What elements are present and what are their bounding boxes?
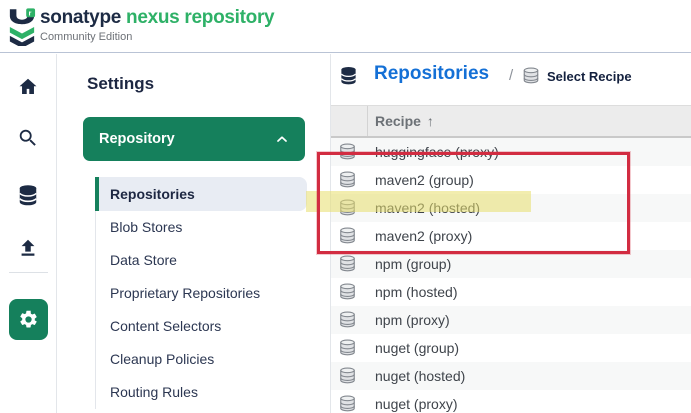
recipe-label: nuget (proxy) [375,396,457,412]
nav-item-label: Data Store [110,252,177,268]
recipe-label: npm (group) [375,256,451,272]
brand-wordmark: sonatypenexus repository Community Editi… [40,8,274,43]
sonatype-logo-icon: r [8,8,36,46]
recipe-label: npm (proxy) [375,312,450,328]
recipe-table: huggingface (proxy) maven2 (group) maven… [331,138,691,413]
breadcrumb-separator: / [509,67,513,84]
recipe-database-icon [338,395,357,413]
repository-accordion-button[interactable]: Repository [83,117,305,161]
sort-ascending-icon: ↑ [427,113,434,129]
column-divider [367,106,368,136]
home-icon[interactable] [17,76,39,98]
svg-text:r: r [29,8,32,17]
table-row-nuget-group[interactable]: nuget (group) [331,334,691,362]
nav-item-label: Repositories [110,186,195,202]
recipe-label: maven2 (proxy) [375,228,472,244]
recipe-database-icon [338,171,357,189]
table-row-npm-group[interactable]: npm (group) [331,250,691,278]
settings-nav-proprietary-repositories[interactable]: Proprietary Repositories [95,277,307,310]
recipe-database-icon [338,227,357,245]
recipe-label: maven2 (group) [375,172,474,188]
recipe-column-header[interactable]: Recipe ↑ [331,105,691,138]
brand-name: sonatype [40,7,121,28]
recipe-database-icon [338,143,357,161]
repositories-database-icon [339,65,358,86]
settings-nav-list: Repositories Blob Stores Data Store Prop… [95,177,307,409]
settings-nav-blob-stores[interactable]: Blob Stores [95,211,307,244]
nexus-repository-app: r sonatypenexus repository Community Edi… [0,0,691,413]
table-row-nuget-hosted[interactable]: nuget (hosted) [331,362,691,390]
settings-nav-routing-rules[interactable]: Routing Rules [95,376,307,409]
table-row-huggingface-proxy[interactable]: huggingface (proxy) [331,138,691,166]
recipe-database-icon [338,311,357,329]
rail-divider [9,272,48,273]
recipe-database-icon [338,199,357,217]
settings-panel-title: Settings [87,74,154,94]
recipe-label: npm (hosted) [375,284,457,300]
table-row-maven2-proxy[interactable]: maven2 (proxy) [331,222,691,250]
table-row-npm-proxy[interactable]: npm (proxy) [331,306,691,334]
select-recipe-database-icon [522,67,540,85]
settings-nav-data-store[interactable]: Data Store [95,244,307,277]
recipe-label: nuget (group) [375,340,459,356]
recipe-database-icon [338,339,357,357]
search-icon[interactable] [17,127,39,149]
recipe-database-icon [338,367,357,385]
top-header-bar: r sonatypenexus repository Community Edi… [0,0,691,53]
icon-rail [0,54,57,413]
brand-product: nexus repository [126,7,274,28]
repository-accordion-label: Repository [99,131,175,147]
browse-database-icon[interactable] [17,184,39,206]
settings-nav-repositories[interactable]: Repositories [95,177,307,211]
breadcrumb-current-page: Select Recipe [547,69,632,84]
settings-panel: Settings Repository Repositories Blob St… [57,54,330,413]
recipe-label: nuget (hosted) [375,368,465,384]
nav-item-label: Content Selectors [110,318,221,334]
settings-nav-content-selectors[interactable]: Content Selectors [95,310,307,343]
brand-edition: Community Edition [40,31,274,43]
settings-nav-cleanup-policies[interactable]: Cleanup Policies [95,343,307,376]
recipe-label: maven2 (hosted) [375,200,480,216]
table-row-npm-hosted[interactable]: npm (hosted) [331,278,691,306]
upload-icon[interactable] [17,237,39,259]
nav-item-label: Cleanup Policies [110,351,214,367]
main-content: Repositories / Select Recipe Recipe ↑ hug… [330,54,691,413]
nav-item-label: Proprietary Repositories [110,285,260,301]
nav-item-label: Routing Rules [110,384,198,400]
recipe-header-label: Recipe [375,113,421,129]
table-row-maven2-group[interactable]: maven2 (group) [331,166,691,194]
settings-nav-button[interactable] [9,299,48,340]
recipe-label: huggingface (proxy) [375,144,499,160]
table-row-nuget-proxy[interactable]: nuget (proxy) [331,390,691,413]
breadcrumb-repositories-link[interactable]: Repositories [374,63,489,85]
table-row-maven2-hosted[interactable]: maven2 (hosted) [331,194,691,222]
nav-item-label: Blob Stores [110,219,182,235]
recipe-database-icon [338,283,357,301]
chevron-up-icon [274,131,290,147]
settings-gear-icon [18,309,39,330]
recipe-database-icon [338,255,357,273]
